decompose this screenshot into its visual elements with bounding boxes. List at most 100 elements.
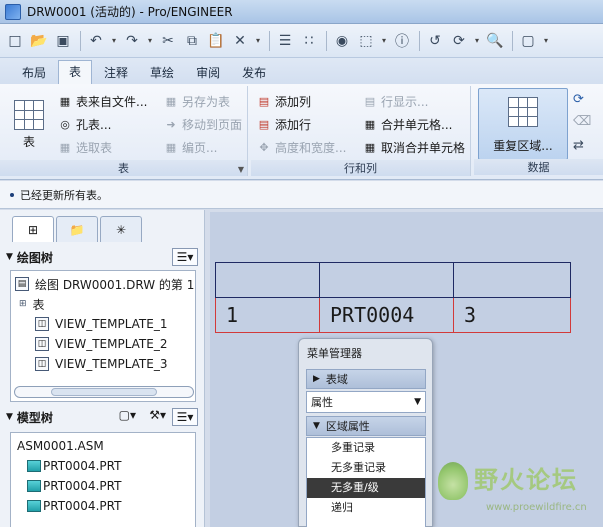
table-region-section[interactable]: ▶ 表域 xyxy=(306,369,426,389)
tab-publish[interactable]: 发布 xyxy=(232,62,276,84)
table-from-file-button[interactable]: ▦ 表来自文件... xyxy=(58,92,148,110)
height-width-button[interactable]: ✥ 高度和宽度... xyxy=(257,138,346,156)
merge-cells-button[interactable]: ▦ 合并单元格... xyxy=(363,115,453,133)
menu-item-multiple-records[interactable]: 多重记录 xyxy=(307,438,425,458)
tree-item-drawing-sheet[interactable]: ▤ 绘图 DRW0001.DRW 的第 1 xyxy=(15,275,194,293)
view-icon: ◫ xyxy=(35,337,49,351)
save-table-icon: ▦ xyxy=(165,94,177,108)
regenerate-icon[interactable]: ↺ xyxy=(424,30,446,52)
redo-icon[interactable]: ↷ xyxy=(121,30,143,52)
tools-icon[interactable]: ⚒▾ xyxy=(149,408,166,422)
favorites-tab-icon[interactable]: ✳ xyxy=(100,216,142,242)
menu-item-no-multiple-records[interactable]: 无多重记录 xyxy=(307,458,425,478)
tree-item-part-1[interactable]: PRT0004.PRT xyxy=(27,457,121,475)
delete-dropdown-icon[interactable]: ▾ xyxy=(253,30,263,52)
drawing-tree-header[interactable]: ▼ 绘图树 ☰▾ xyxy=(6,246,198,268)
add-column-button[interactable]: ▤ 添加列 xyxy=(257,92,311,110)
add-row-button[interactable]: ▤ 添加行 xyxy=(257,115,311,133)
expand-plus-icon[interactable]: ⊞ xyxy=(19,299,27,309)
eraser-icon[interactable]: ⌫ xyxy=(573,114,591,129)
new-file-icon[interactable]: □ xyxy=(4,30,26,52)
drawing-tree-scrollbar[interactable] xyxy=(14,386,194,398)
table-row[interactable] xyxy=(215,262,571,298)
rows-cols-group-label: 行和列 xyxy=(251,160,470,176)
rows-cols-group: ▤ 添加列 ▤ 添加行 ✥ 高度和宽度... ▤ 行显示... ▦ 合并单元格.… xyxy=(251,86,471,176)
open-folder-icon[interactable]: 📂 xyxy=(28,30,50,52)
tree-item-view-template-2[interactable]: ◫ VIEW_TEMPLATE_2 xyxy=(35,335,167,353)
edit-page-button[interactable]: ▦ 编页... xyxy=(164,138,218,156)
scrollbar-thumb[interactable] xyxy=(51,388,157,396)
select-dropdown-icon[interactable]: ▾ xyxy=(379,30,389,52)
ribbon-tabs: 布局 表 注释 草绘 审阅 发布 xyxy=(0,58,603,84)
table-cell[interactable] xyxy=(453,262,571,298)
tree-item-tables[interactable]: ⊞ 表 xyxy=(19,295,45,313)
binoculars-icon[interactable]: ◉ xyxy=(331,30,353,52)
table-cell[interactable]: 1 xyxy=(215,297,320,333)
save-icon[interactable]: ▣ xyxy=(52,30,74,52)
table-cell[interactable]: PRT0004 xyxy=(319,297,454,333)
tree-item-part-3[interactable]: PRT0004.PRT xyxy=(27,497,121,515)
unmerge-cells-button[interactable]: ▦ 取消合并单元格 xyxy=(363,138,465,156)
switch-icon[interactable]: ⇄ xyxy=(573,138,584,153)
display-style-icon[interactable]: ▢ xyxy=(517,30,539,52)
select-box-icon[interactable]: ⬚ xyxy=(355,30,377,52)
tree-tab-icon[interactable]: ⊞ xyxy=(12,216,54,242)
tab-layout[interactable]: 布局 xyxy=(12,62,56,84)
refresh-icon[interactable]: ⟳ xyxy=(448,30,470,52)
menu-item-no-multiple-level[interactable]: 无多重/级 xyxy=(307,478,425,498)
menu-manager: 菜单管理器 ▶ 表域 属性 ▼ ▼ 区域属性 多重记录 无多重记录 无多重/级 … xyxy=(298,338,433,527)
tab-sketch[interactable]: 草绘 xyxy=(140,62,184,84)
hole-table-button[interactable]: ◎ 孔表... xyxy=(58,115,111,133)
tree-options-icon[interactable]: ☰▾ xyxy=(172,408,198,426)
table-from-file-label: 表来自文件... xyxy=(76,94,148,109)
tree-item-view-template-3[interactable]: ◫ VIEW_TEMPLATE_3 xyxy=(35,355,167,373)
toolbar-separator xyxy=(326,30,327,51)
tab-review[interactable]: 审阅 xyxy=(186,62,230,84)
model-tree: ASM0001.ASM PRT0004.PRT PRT0004.PRT PRT0… xyxy=(10,432,196,527)
update-icon[interactable]: ⟳ xyxy=(573,92,584,107)
model-tree-header[interactable]: ▼ 模型树 ▢▾ ⚒▾ ☰▾ xyxy=(6,406,198,428)
tab-annotate[interactable]: 注释 xyxy=(94,62,138,84)
attribute-select[interactable]: 属性 ▼ xyxy=(306,391,426,413)
paste-icon[interactable]: 📋 xyxy=(205,30,227,52)
height-width-label: 高度和宽度... xyxy=(275,140,347,155)
save-as-table-button[interactable]: ▦ 另存为表 xyxy=(164,92,230,110)
table-cell[interactable] xyxy=(319,262,454,298)
redo-dropdown-icon[interactable]: ▾ xyxy=(145,30,155,52)
repeat-region-button[interactable]: 重复区域... xyxy=(478,88,568,160)
folder-browser-tab-icon[interactable]: 📁 xyxy=(56,216,98,242)
copy-icon[interactable]: ⧉ xyxy=(181,30,203,52)
undo-dropdown-icon[interactable]: ▾ xyxy=(109,30,119,52)
table-group-expand-icon[interactable]: ▼ xyxy=(238,165,244,174)
settings-icon[interactable]: ∷ xyxy=(298,30,320,52)
tree-item-assembly[interactable]: ASM0001.ASM xyxy=(17,437,104,455)
part-icon xyxy=(27,460,41,472)
info-icon[interactable]: ⓘ xyxy=(391,30,413,52)
table-cell[interactable] xyxy=(215,262,320,298)
cut-icon[interactable]: ✂ xyxy=(157,30,179,52)
tab-table[interactable]: 表 xyxy=(58,60,93,84)
tree-item-part-2[interactable]: PRT0004.PRT xyxy=(27,477,121,495)
insert-table-button[interactable]: 表 xyxy=(14,100,44,150)
delete-icon[interactable]: ✕ xyxy=(229,30,251,52)
table-row-highlighted[interactable]: 1 PRT0004 3 xyxy=(215,297,571,333)
drawing-tree-title: 绘图树 xyxy=(16,250,53,265)
add-column-icon: ▤ xyxy=(258,94,270,108)
window-title: DRW0001 (活动的) - Pro/ENGINEER xyxy=(27,5,233,19)
model-display-icon[interactable]: ▢▾ xyxy=(119,408,136,422)
move-to-page-button[interactable]: ➜ 移动到页面 xyxy=(164,115,242,133)
region-attributes-section[interactable]: ▼ 区域属性 xyxy=(306,416,426,436)
row-display-button[interactable]: ▤ 行显示... xyxy=(363,92,429,110)
select-table-button[interactable]: ▦ 选取表 xyxy=(58,138,112,156)
tree-item-view-template-1[interactable]: ◫ VIEW_TEMPLATE_1 xyxy=(35,315,167,333)
drawing-table[interactable]: 1 PRT0004 3 xyxy=(215,262,571,333)
menu-item-recursive[interactable]: 递归 xyxy=(307,498,425,518)
refresh-dropdown-icon[interactable]: ▾ xyxy=(472,30,482,52)
tree-options-icon[interactable]: ☰▾ xyxy=(172,248,198,266)
display-dropdown-icon[interactable]: ▾ xyxy=(541,30,551,52)
layers-icon[interactable]: ☰ xyxy=(274,30,296,52)
zoom-icon[interactable]: 🔍 xyxy=(484,30,506,52)
undo-icon[interactable]: ↶ xyxy=(85,30,107,52)
table-cell[interactable]: 3 xyxy=(453,297,571,333)
merge-cells-icon: ▦ xyxy=(364,117,376,131)
